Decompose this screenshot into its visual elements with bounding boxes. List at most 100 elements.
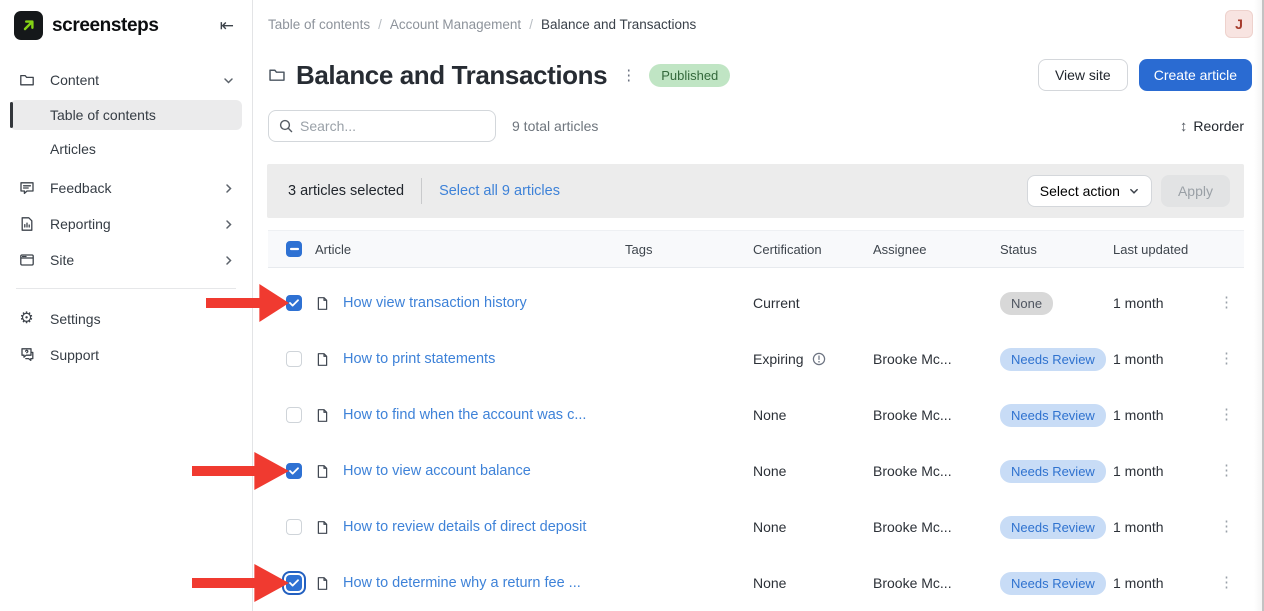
status-pill: None <box>1000 292 1053 315</box>
status-cell: Needs Review <box>1000 572 1113 595</box>
breadcrumb: Table of contents / Account Management /… <box>268 17 696 32</box>
sidebar-divider <box>16 288 236 289</box>
reorder-button[interactable]: ↕ Reorder <box>1180 118 1244 135</box>
user-avatar[interactable]: J <box>1225 10 1253 38</box>
row-kebab-icon[interactable]: ⋮ <box>1210 519 1244 535</box>
sidebar-item-label: Support <box>50 347 234 363</box>
column-header-status[interactable]: Status <box>1000 242 1113 257</box>
select-all-checkbox[interactable] <box>286 241 302 257</box>
last-updated-cell: 1 month <box>1113 519 1210 535</box>
table-row: How view transaction history Current Non… <box>268 275 1244 331</box>
feedback-icon <box>18 180 35 196</box>
sidebar-item-feedback[interactable]: Feedback <box>10 172 242 204</box>
article-link[interactable]: How to determine why a return fee ... <box>343 575 625 591</box>
row-kebab-icon[interactable]: ⋮ <box>1210 351 1244 367</box>
article-link[interactable]: How to view account balance <box>343 463 625 479</box>
sidebar-collapse-icon[interactable]: ⇤ <box>216 16 238 36</box>
reporting-icon <box>18 216 35 232</box>
expiring-info-icon[interactable] <box>812 352 826 366</box>
main-content: Table of contents / Account Management /… <box>254 0 1264 611</box>
last-updated-cell: 1 month <box>1113 463 1210 479</box>
selected-count-text: 3 articles selected <box>288 183 404 199</box>
chevron-down-icon <box>223 75 234 86</box>
row-checkbox[interactable] <box>286 575 302 591</box>
row-kebab-icon[interactable]: ⋮ <box>1210 575 1244 591</box>
screensteps-logo-icon <box>14 11 43 40</box>
select-all-checkbox-cell <box>268 241 315 257</box>
sidebar-item-content[interactable]: Content <box>10 64 242 96</box>
sidebar-item-label: Reporting <box>50 216 223 232</box>
status-pill: Needs Review <box>1000 572 1106 595</box>
gear-icon: ⚙ <box>18 311 35 327</box>
sidebar-item-label: Site <box>50 252 223 268</box>
column-header-tags[interactable]: Tags <box>625 242 753 257</box>
apply-button[interactable]: Apply <box>1161 175 1230 207</box>
certification-cell: None <box>753 575 873 591</box>
title-kebab-icon[interactable]: ⋮ <box>621 66 637 84</box>
row-checkbox[interactable] <box>286 519 302 535</box>
chevron-right-icon <box>223 183 234 194</box>
page-header: Balance and Transactions ⋮ Published Vie… <box>268 56 1252 94</box>
column-header-article[interactable]: Article <box>315 242 625 257</box>
article-link[interactable]: How view transaction history <box>343 295 625 311</box>
select-action-dropdown[interactable]: Select action <box>1027 175 1152 207</box>
logo-text: screensteps <box>52 15 216 37</box>
status-pill: Needs Review <box>1000 516 1106 539</box>
row-checkbox[interactable] <box>286 351 302 367</box>
create-article-button[interactable]: Create article <box>1139 59 1252 91</box>
row-checkbox[interactable] <box>286 407 302 423</box>
status-cell: Needs Review <box>1000 348 1113 371</box>
bulk-selection-bar: 3 articles selected Select all 9 article… <box>267 164 1244 218</box>
assignee-cell: Brooke Mc... <box>873 351 1000 367</box>
document-icon <box>315 408 343 423</box>
article-link[interactable]: How to review details of direct deposit <box>343 519 625 535</box>
last-updated-cell: 1 month <box>1113 407 1210 423</box>
sidebar-item-support[interactable]: Support <box>10 339 242 371</box>
sidebar-item-table-of-contents[interactable]: Table of contents <box>10 100 242 130</box>
screensteps-app: screensteps ⇤ Content Table of contents … <box>0 0 1264 611</box>
column-header-certification[interactable]: Certification <box>753 242 873 257</box>
breadcrumb-separator: / <box>378 17 382 32</box>
row-kebab-icon[interactable]: ⋮ <box>1210 295 1244 311</box>
last-updated-cell: 1 month <box>1113 295 1210 311</box>
breadcrumb-item[interactable]: Table of contents <box>268 17 370 32</box>
sidebar-item-label: Table of contents <box>50 107 156 123</box>
status-pill: Needs Review <box>1000 404 1106 427</box>
chevron-down-icon <box>1129 186 1139 196</box>
site-icon <box>18 252 35 268</box>
article-link[interactable]: How to print statements <box>343 351 625 367</box>
search-input-wrap <box>268 110 496 142</box>
sidebar-item-label: Content <box>50 72 223 88</box>
article-link[interactable]: How to find when the account was c... <box>343 407 625 423</box>
row-kebab-icon[interactable]: ⋮ <box>1210 407 1244 423</box>
status-cell: Needs Review <box>1000 460 1113 483</box>
breadcrumb-item[interactable]: Account Management <box>390 17 521 32</box>
row-checkbox[interactable] <box>286 295 302 311</box>
select-all-link[interactable]: Select all 9 articles <box>439 183 560 199</box>
assignee-cell: Brooke Mc... <box>873 407 1000 423</box>
column-header-last-updated[interactable]: Last updated <box>1113 242 1244 257</box>
breadcrumb-current: Balance and Transactions <box>541 17 696 32</box>
sidebar-item-articles[interactable]: Articles <box>10 134 242 164</box>
document-icon <box>315 464 343 479</box>
column-header-assignee[interactable]: Assignee <box>873 242 1000 257</box>
sidebar-item-reporting[interactable]: Reporting <box>10 208 242 240</box>
folder-icon <box>18 72 35 88</box>
view-site-button[interactable]: View site <box>1038 59 1128 91</box>
assignee-cell: Brooke Mc... <box>873 575 1000 591</box>
search-input[interactable] <box>300 118 470 134</box>
article-table-body: How view transaction history Current Non… <box>268 275 1244 611</box>
certification-cell: None <box>753 407 873 423</box>
breadcrumb-separator: / <box>529 17 533 32</box>
sidebar: screensteps ⇤ Content Table of contents … <box>0 0 253 611</box>
sidebar-item-settings[interactable]: ⚙ Settings <box>10 303 242 335</box>
certification-text: Expiring <box>753 351 804 367</box>
sidebar-item-site[interactable]: Site <box>10 244 242 276</box>
status-pill: Needs Review <box>1000 348 1106 371</box>
search-icon <box>279 119 293 133</box>
row-checkbox[interactable] <box>286 463 302 479</box>
total-articles-count: 9 total articles <box>512 118 598 134</box>
toolbar: 9 total articles ↕ Reorder <box>268 110 1244 142</box>
certification-cell: None <box>753 463 873 479</box>
row-kebab-icon[interactable]: ⋮ <box>1210 463 1244 479</box>
